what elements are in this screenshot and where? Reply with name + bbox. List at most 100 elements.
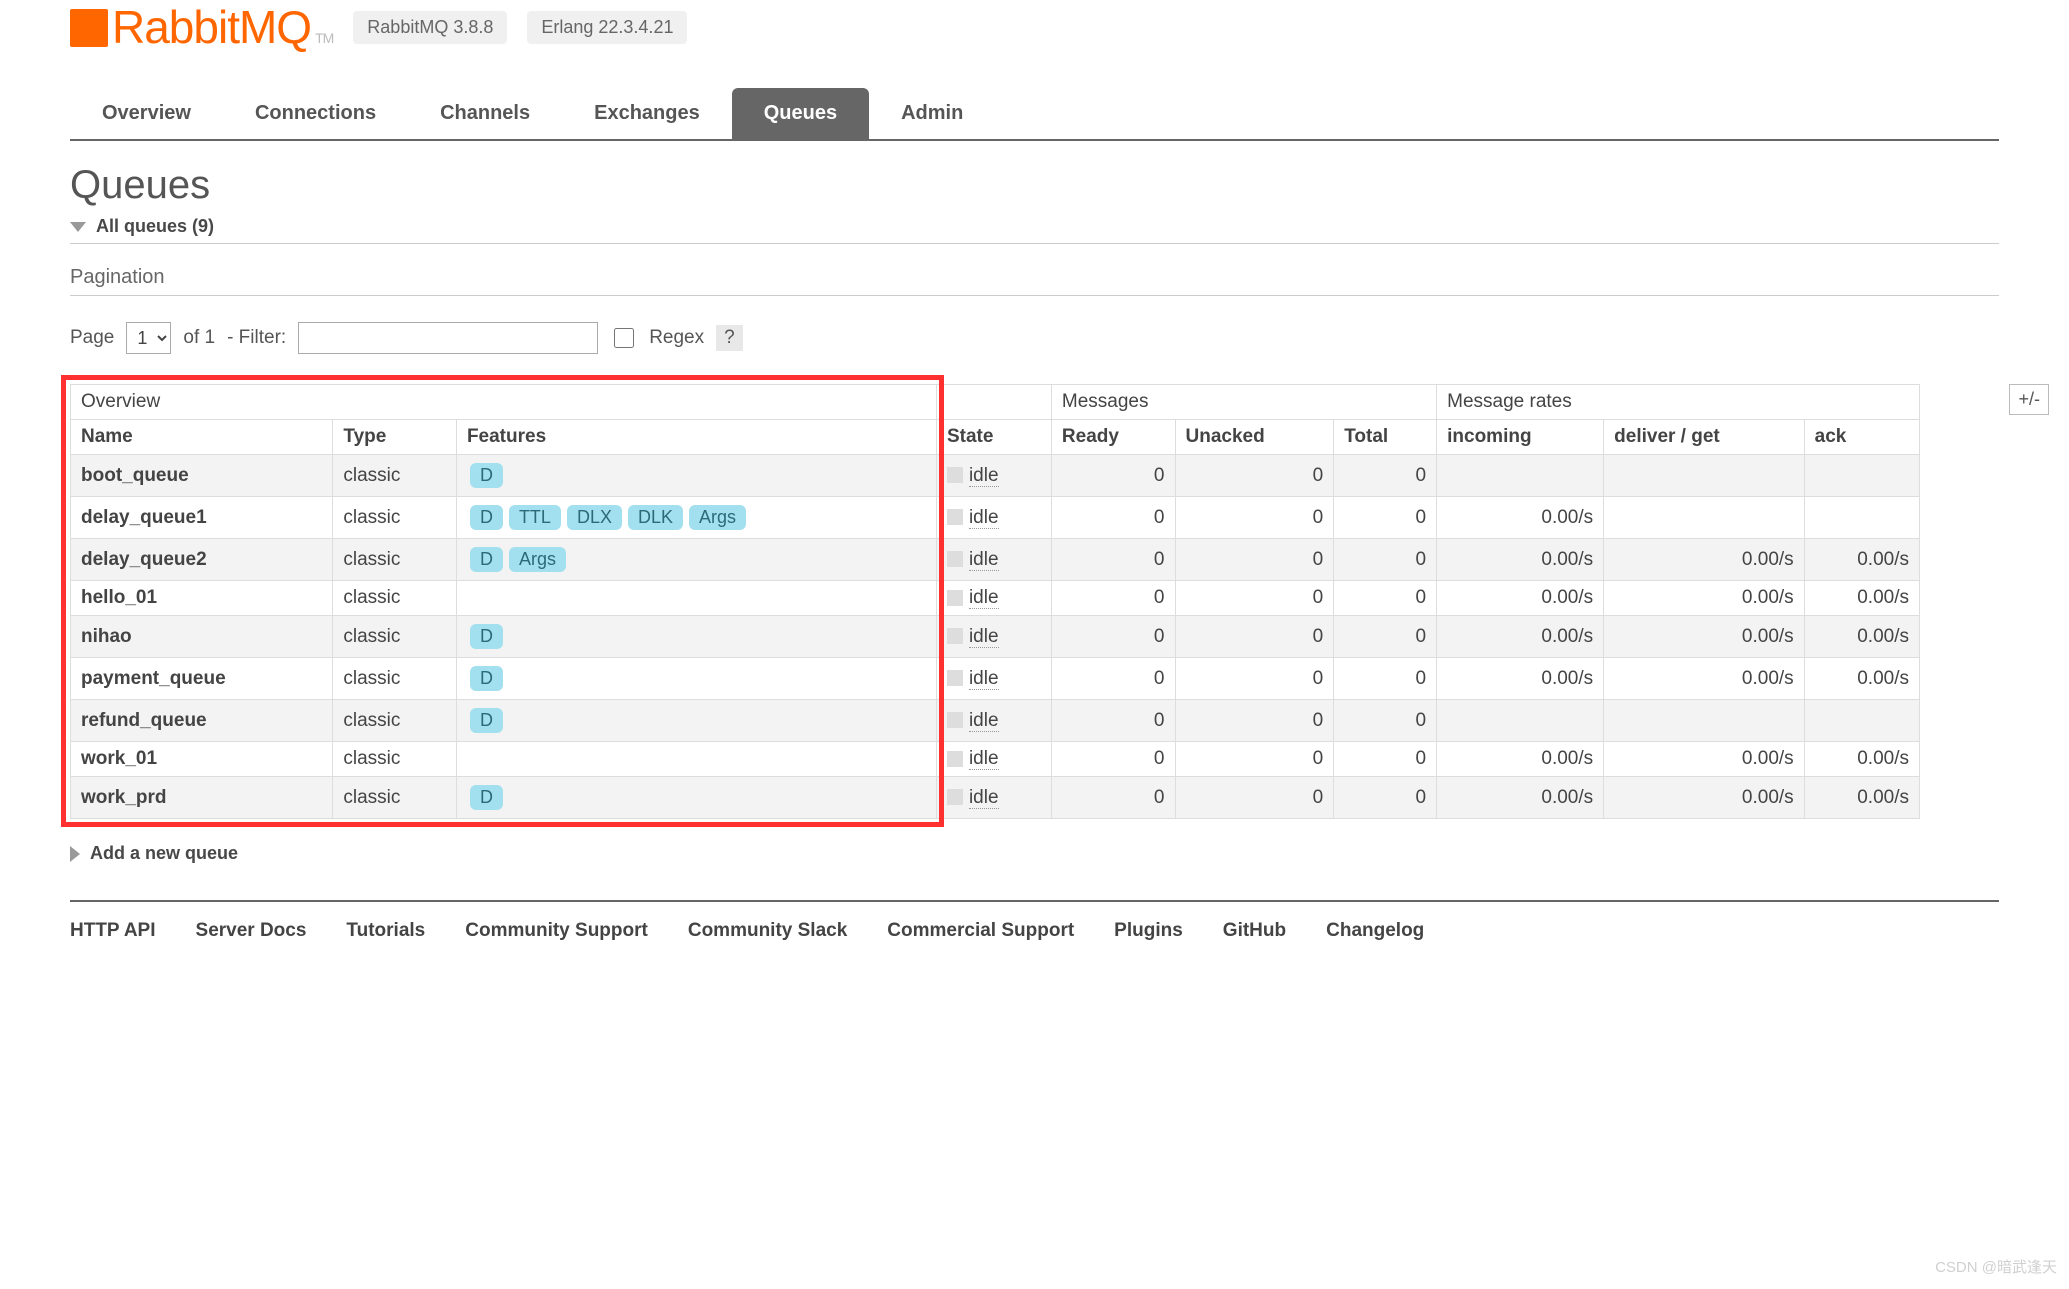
feature-badge-d: D (470, 624, 503, 649)
queue-features: D (456, 658, 936, 700)
footer-link-changelog[interactable]: Changelog (1326, 920, 1424, 942)
queue-features: D (456, 616, 936, 658)
state-indicator-icon (947, 751, 963, 767)
filter-label: - Filter: (227, 327, 286, 349)
page-select[interactable]: 1 (126, 322, 171, 354)
state-indicator-icon (947, 467, 963, 483)
regex-help-icon[interactable]: ? (716, 325, 743, 351)
cell-ready: 0 (1051, 742, 1175, 777)
queue-features (456, 742, 936, 777)
column-header-state[interactable]: State (936, 420, 1051, 455)
footer-link-plugins[interactable]: Plugins (1114, 920, 1183, 942)
cell-ack (1804, 455, 1919, 497)
cell-deliver: 0.00/s (1604, 658, 1805, 700)
queue-features: D (456, 777, 936, 819)
queue-name-link[interactable]: boot_queue (71, 455, 333, 497)
tab-connections[interactable]: Connections (223, 88, 408, 139)
queue-name-link[interactable]: work_01 (71, 742, 333, 777)
cell-ready: 0 (1051, 700, 1175, 742)
footer-link-server-docs[interactable]: Server Docs (196, 920, 307, 942)
cell-total: 0 (1334, 742, 1437, 777)
cell-ack: 0.00/s (1804, 539, 1919, 581)
cell-deliver: 0.00/s (1604, 742, 1805, 777)
feature-badge-dlx: DLX (567, 505, 622, 530)
cell-incoming: 0.00/s (1437, 497, 1604, 539)
logo-text: RabbitMQ (112, 0, 311, 54)
regex-label: Regex (649, 327, 704, 349)
column-header-deliver-get[interactable]: deliver / get (1604, 420, 1805, 455)
tab-queues[interactable]: Queues (732, 88, 869, 139)
footer-link-github[interactable]: GitHub (1223, 920, 1286, 942)
feature-badge-d: D (470, 785, 503, 810)
footer-links: HTTP API Server Docs Tutorials Community Su… (70, 900, 1999, 942)
cell-deliver (1604, 700, 1805, 742)
table-row: work_prdclassicDidle0000.00/s0.00/s0.00/… (71, 777, 1920, 819)
column-header-ready[interactable]: Ready (1051, 420, 1175, 455)
queue-state: idle (936, 658, 1051, 700)
cell-total: 0 (1334, 777, 1437, 819)
page-of-label: of 1 (183, 327, 215, 349)
queue-state: idle (936, 777, 1051, 819)
queue-name-link[interactable]: payment_queue (71, 658, 333, 700)
cell-incoming: 0.00/s (1437, 777, 1604, 819)
state-indicator-icon (947, 551, 963, 567)
queue-state: idle (936, 700, 1051, 742)
queue-name-link[interactable]: delay_queue2 (71, 539, 333, 581)
tab-bar: OverviewConnectionsChannelsExchangesQueu… (70, 88, 1999, 141)
queue-name-link[interactable]: refund_queue (71, 700, 333, 742)
queue-name-link[interactable]: nihao (71, 616, 333, 658)
queue-type: classic (333, 616, 457, 658)
column-header-type[interactable]: Type (333, 420, 457, 455)
footer-link-community-support[interactable]: Community Support (465, 920, 648, 942)
regex-checkbox[interactable] (614, 328, 634, 348)
cell-ready: 0 (1051, 455, 1175, 497)
group-header (936, 385, 1051, 420)
column-header-unacked[interactable]: Unacked (1175, 420, 1334, 455)
watermark: CSDN @暗武逢天 (1935, 1256, 2057, 1277)
queues-table: OverviewMessagesMessage rates NameTypeFe… (70, 384, 1920, 819)
queue-name-link[interactable]: delay_queue1 (71, 497, 333, 539)
cell-total: 0 (1334, 581, 1437, 616)
cell-unacked: 0 (1175, 497, 1334, 539)
all-queues-toggle[interactable]: All queues (9) (70, 216, 1999, 244)
feature-badge-ttl: TTL (509, 505, 561, 530)
column-header-total[interactable]: Total (1334, 420, 1437, 455)
cell-unacked: 0 (1175, 777, 1334, 819)
footer-link-commercial-support[interactable]: Commercial Support (887, 920, 1074, 942)
queue-state: idle (936, 616, 1051, 658)
cell-incoming: 0.00/s (1437, 742, 1604, 777)
logo[interactable]: RabbitMQ TM (70, 0, 333, 54)
cell-unacked: 0 (1175, 581, 1334, 616)
cell-deliver: 0.00/s (1604, 581, 1805, 616)
feature-badge-d: D (470, 463, 503, 488)
queue-name-link[interactable]: work_prd (71, 777, 333, 819)
queue-name-link[interactable]: hello_01 (71, 581, 333, 616)
table-row: refund_queueclassicDidle000 (71, 700, 1920, 742)
cell-incoming: 0.00/s (1437, 581, 1604, 616)
rabbitmq-version: RabbitMQ 3.8.8 (353, 11, 507, 44)
queue-state: idle (936, 539, 1051, 581)
add-queue-toggle[interactable]: Add a new queue (70, 843, 1999, 870)
cell-total: 0 (1334, 539, 1437, 581)
column-header-name[interactable]: Name (71, 420, 333, 455)
state-indicator-icon (947, 628, 963, 644)
cell-unacked: 0 (1175, 616, 1334, 658)
column-header-ack[interactable]: ack (1804, 420, 1919, 455)
column-header-features[interactable]: Features (456, 420, 936, 455)
queue-type: classic (333, 581, 457, 616)
table-row: work_01classicidle0000.00/s0.00/s0.00/s (71, 742, 1920, 777)
tab-overview[interactable]: Overview (70, 88, 223, 139)
column-header-incoming[interactable]: incoming (1437, 420, 1604, 455)
tab-exchanges[interactable]: Exchanges (562, 88, 732, 139)
table-row: payment_queueclassicDidle0000.00/s0.00/s… (71, 658, 1920, 700)
tab-channels[interactable]: Channels (408, 88, 562, 139)
footer-link-http-api[interactable]: HTTP API (70, 920, 156, 942)
filter-input[interactable] (298, 322, 598, 354)
footer-link-tutorials[interactable]: Tutorials (346, 920, 425, 942)
columns-toggle-button[interactable]: +/- (2009, 384, 2049, 415)
queue-state: idle (936, 581, 1051, 616)
cell-ready: 0 (1051, 658, 1175, 700)
tab-admin[interactable]: Admin (869, 88, 995, 139)
table-row: nihaoclassicDidle0000.00/s0.00/s0.00/s (71, 616, 1920, 658)
footer-link-community-slack[interactable]: Community Slack (688, 920, 847, 942)
